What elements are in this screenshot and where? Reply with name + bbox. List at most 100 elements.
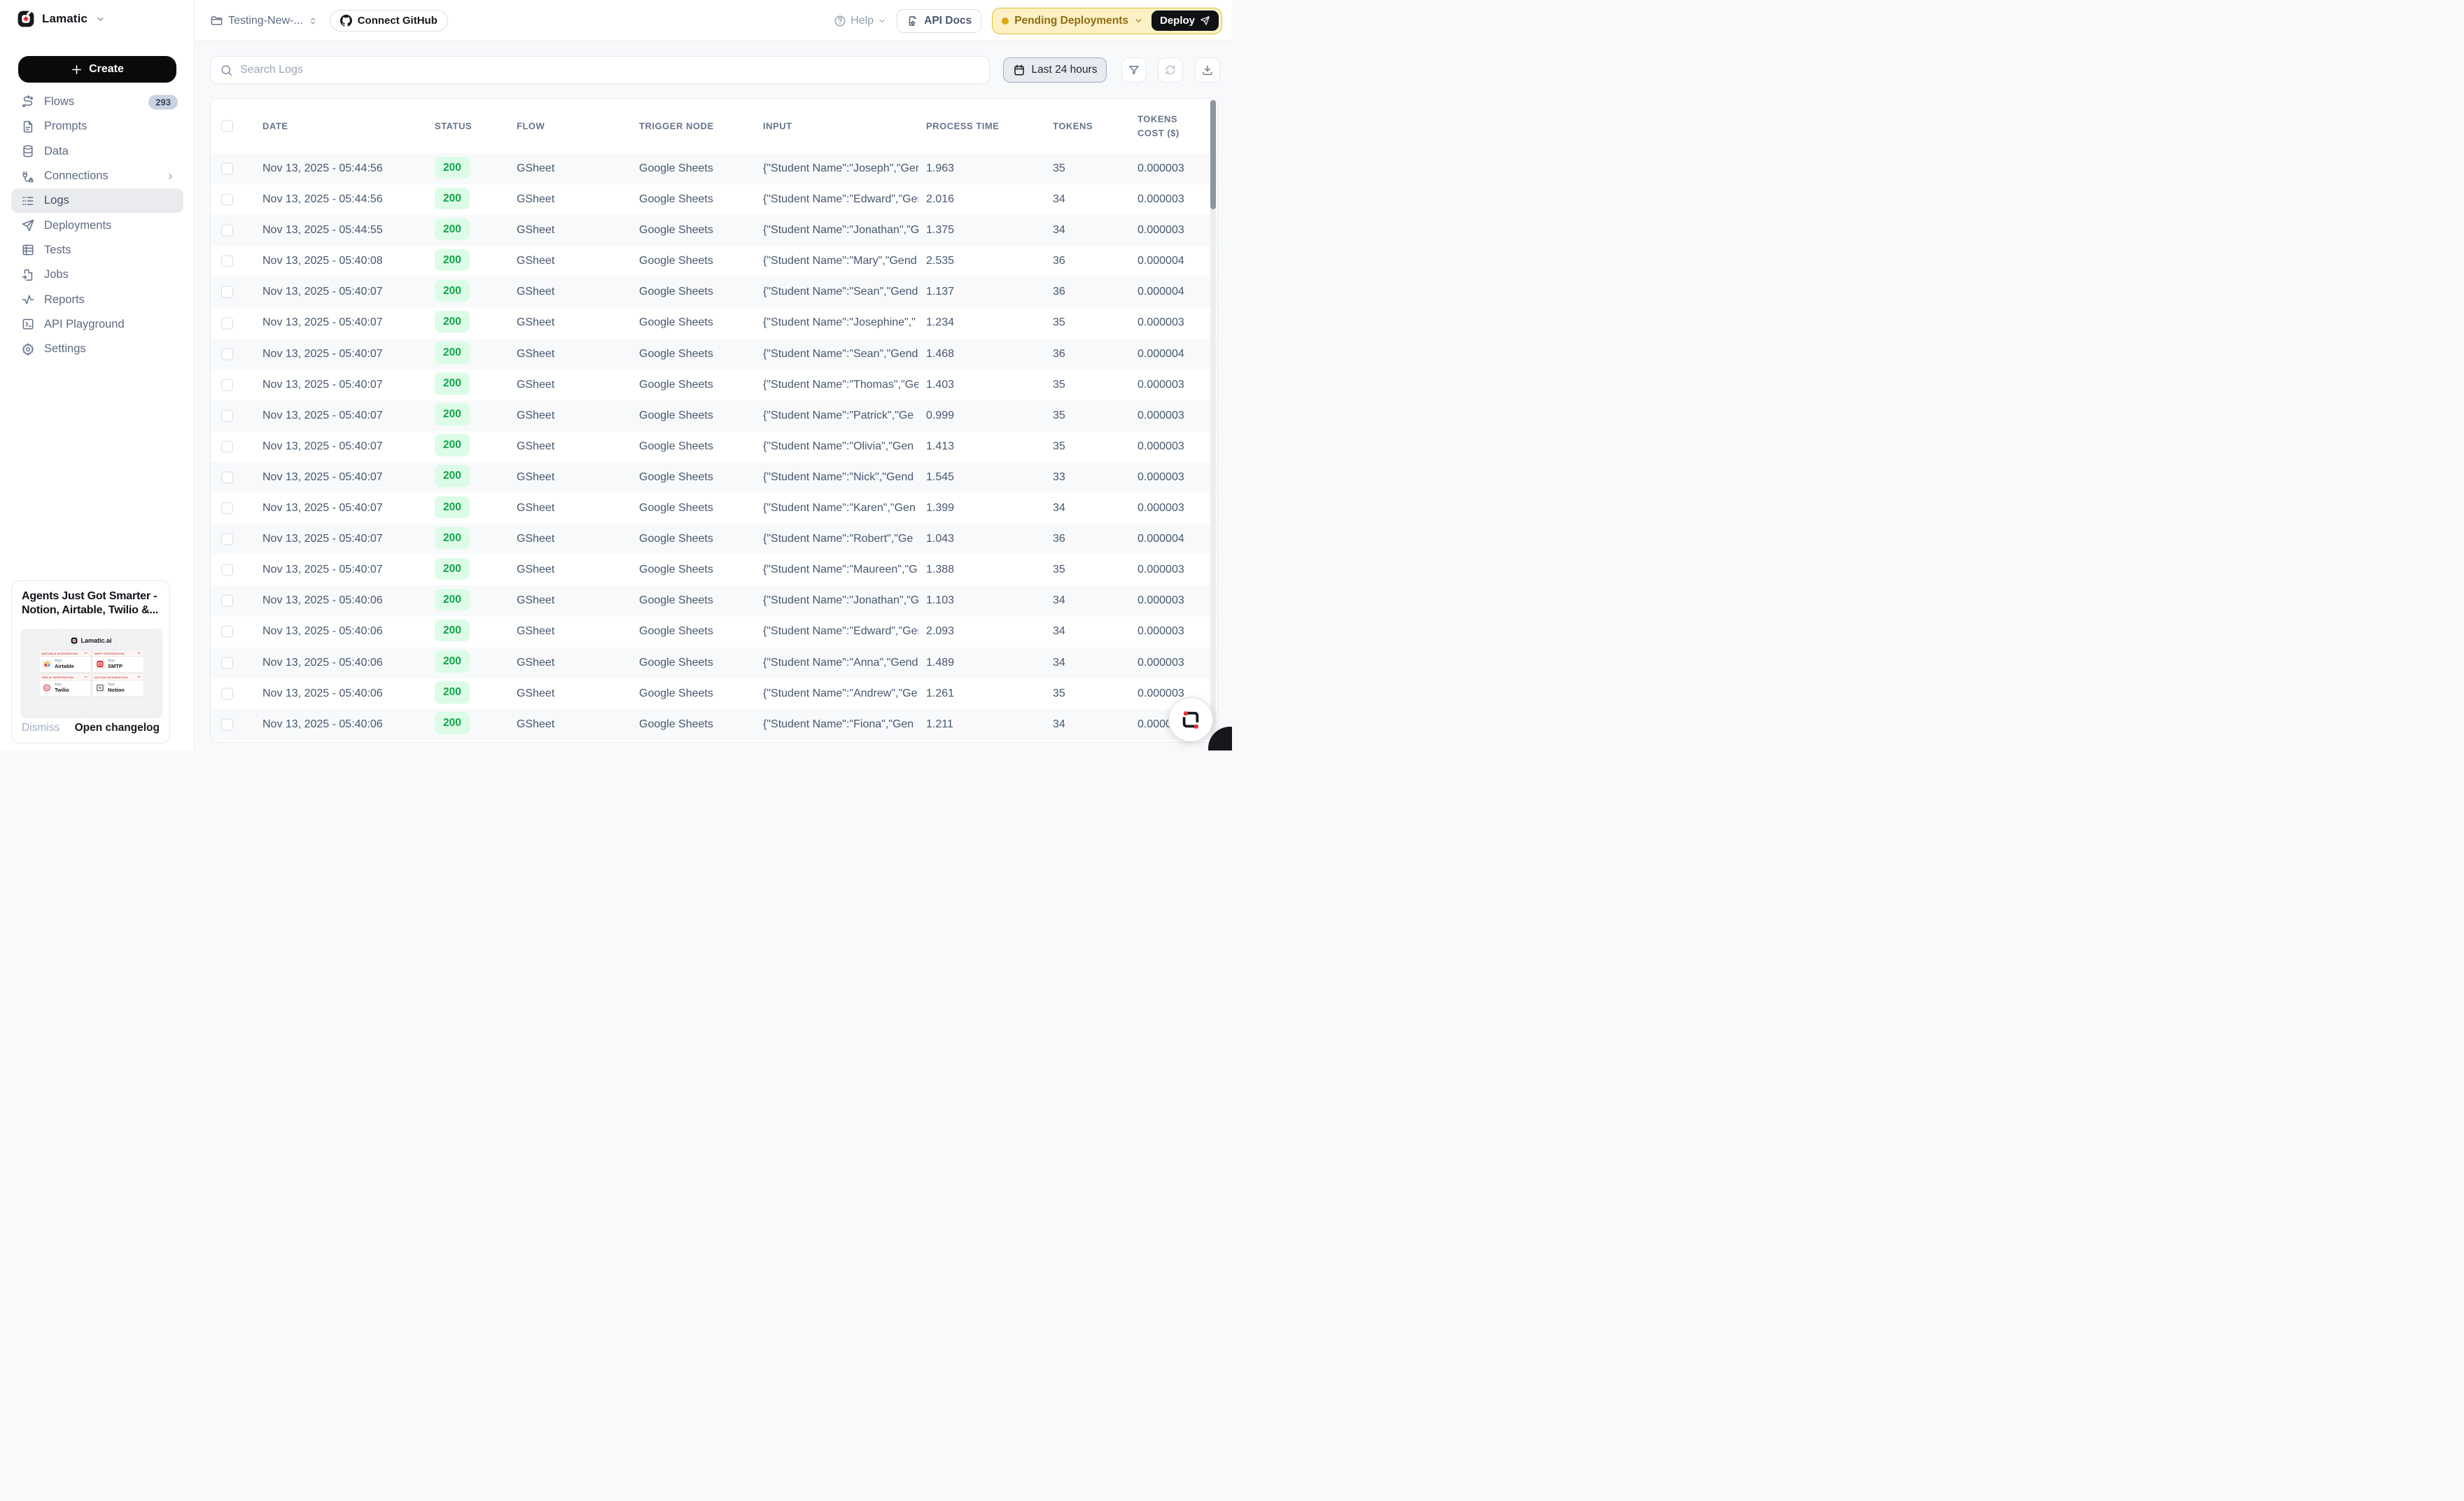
sidebar-item-reports[interactable]: Reports [11, 287, 183, 312]
table-row[interactable]: Nov 13, 2025 - 05:44:56 200 GSheet Googl… [211, 184, 1217, 215]
table-row[interactable]: Nov 13, 2025 - 05:40:06 200 GSheet Googl… [211, 616, 1217, 647]
create-button[interactable]: Create [18, 56, 176, 83]
chat-widget-button[interactable] [1169, 698, 1212, 741]
deploy-button[interactable]: Deploy [1152, 11, 1219, 31]
row-checkbox[interactable] [221, 471, 233, 483]
row-checkbox[interactable] [221, 533, 233, 545]
open-changelog-button[interactable]: Open changelog [75, 722, 160, 734]
row-checkbox[interactable] [221, 595, 233, 607]
table-row[interactable]: Nov 13, 2025 - 05:40:07 200 GSheet Googl… [211, 554, 1217, 585]
table-row[interactable]: Nov 13, 2025 - 05:40:06 200 GSheet Googl… [211, 585, 1217, 616]
cell-status: 200 [435, 246, 470, 277]
project-selector[interactable]: Testing-New-... [210, 14, 318, 27]
row-checkbox[interactable] [221, 194, 233, 206]
row-checkbox[interactable] [221, 410, 233, 421]
col-header-trigger[interactable]: TRIGGER NODE [639, 121, 714, 132]
cell-trigger: Google Sheets [639, 400, 713, 431]
help-menu[interactable]: Help [834, 15, 886, 27]
table-row[interactable]: Nov 13, 2025 - 05:40:07 200 GSheet Googl… [211, 339, 1217, 370]
sidebar-item-tests[interactable]: Tests [11, 238, 183, 263]
row-checkbox[interactable] [221, 687, 233, 699]
pending-status-dot [1002, 18, 1009, 25]
cell-trigger: Google Sheets [639, 709, 713, 740]
row-checkbox[interactable] [221, 348, 233, 360]
col-header-status[interactable]: STATUS [435, 121, 472, 132]
sidebar-item-connections[interactable]: Connections [11, 164, 183, 188]
col-header-process[interactable]: PROCESS TIME [926, 121, 999, 132]
col-header-cost[interactable]: TOKENS COST ($) [1138, 113, 1205, 140]
table-scrollbar-thumb[interactable] [1210, 100, 1216, 209]
row-checkbox[interactable] [221, 286, 233, 298]
cell-tokens: 36 [1053, 524, 1065, 554]
row-checkbox[interactable] [221, 225, 233, 237]
sidebar-item-logs[interactable]: Logs [11, 188, 183, 213]
table-row[interactable]: Nov 13, 2025 - 05:40:07 200 GSheet Googl… [211, 277, 1217, 307]
table-row[interactable]: Nov 13, 2025 - 05:44:56 200 GSheet Googl… [211, 153, 1217, 184]
status-badge: 200 [435, 465, 470, 487]
cell-flow: GSheet [517, 277, 554, 307]
col-header-date[interactable]: DATE [262, 121, 288, 132]
table-row[interactable]: Nov 13, 2025 - 05:44:55 200 GSheet Googl… [211, 215, 1217, 246]
data-icon [21, 144, 35, 158]
cell-tokens: 34 [1053, 184, 1065, 215]
row-checkbox[interactable] [221, 163, 233, 175]
table-row[interactable]: Nov 13, 2025 - 05:40:08 200 GSheet Googl… [211, 246, 1217, 277]
table-scrollbar-track[interactable] [1210, 100, 1216, 742]
col-header-flow[interactable]: FLOW [517, 121, 545, 132]
table-row[interactable]: Nov 13, 2025 - 05:40:06 200 GSheet Googl… [211, 678, 1217, 709]
api-docs-button[interactable]: API Docs [897, 9, 981, 33]
table-header: DATE STATUS FLOW TRIGGER NODE INPUT PROC… [211, 99, 1217, 153]
cell-date: Nov 13, 2025 - 05:40:07 [262, 462, 383, 493]
row-checkbox[interactable] [221, 657, 233, 669]
row-checkbox[interactable] [221, 718, 233, 730]
workspace-switcher[interactable]: Lamatic [17, 10, 105, 28]
cell-tokens: 35 [1053, 678, 1065, 709]
status-badge: 200 [435, 311, 470, 333]
row-checkbox[interactable] [221, 379, 233, 391]
sidebar-item-data[interactable]: Data [11, 139, 183, 164]
select-all-checkbox[interactable] [221, 120, 233, 132]
changelog-promo-card: Agents Just Got Smarter - Notion, Airtab… [11, 580, 170, 743]
sidebar-item-prompts[interactable]: Prompts [11, 114, 183, 139]
table-row[interactable]: Nov 13, 2025 - 05:40:07 200 GSheet Googl… [211, 431, 1217, 462]
status-badge: 200 [435, 620, 470, 642]
api-playground-icon [21, 317, 35, 331]
sidebar-item-jobs[interactable]: Jobs [11, 263, 183, 287]
table-row[interactable]: Nov 13, 2025 - 05:40:07 200 GSheet Googl… [211, 370, 1217, 400]
time-range-button[interactable]: Last 24 hours [1003, 57, 1107, 83]
table-row[interactable]: Nov 13, 2025 - 05:40:07 200 GSheet Googl… [211, 462, 1217, 493]
table-row[interactable]: Nov 13, 2025 - 05:40:07 200 GSheet Googl… [211, 400, 1217, 431]
row-checkbox[interactable] [221, 317, 233, 329]
table-row[interactable]: Nov 13, 2025 - 05:40:06 200 GSheet Googl… [211, 648, 1217, 678]
status-badge: 200 [435, 681, 470, 704]
dismiss-button[interactable]: Dismiss [22, 722, 59, 734]
table-row[interactable]: Nov 13, 2025 - 05:40:07 200 GSheet Googl… [211, 493, 1217, 524]
cell-cost: 0.000003 [1138, 307, 1184, 338]
row-checkbox[interactable] [221, 564, 233, 576]
folder-icon [210, 14, 223, 27]
col-header-tokens[interactable]: TOKENS [1053, 121, 1093, 132]
airtable-icon [42, 659, 52, 669]
row-checkbox[interactable] [221, 440, 233, 452]
pending-deployments-dropdown[interactable]: Pending Deployments [1014, 15, 1128, 27]
sidebar-item-api-playground[interactable]: API Playground [11, 312, 183, 337]
row-checkbox[interactable] [221, 626, 233, 638]
refresh-button[interactable] [1158, 57, 1183, 83]
cell-date: Nov 13, 2025 - 05:40:07 [262, 493, 383, 524]
table-row[interactable]: Nov 13, 2025 - 05:40:06 200 GSheet Googl… [211, 709, 1217, 740]
cell-process-time: 1.043 [926, 524, 954, 554]
sidebar-item-settings[interactable]: Settings [11, 337, 183, 361]
table-row[interactable]: Nov 13, 2025 - 05:40:07 200 GSheet Googl… [211, 307, 1217, 338]
search-input[interactable] [240, 57, 975, 83]
col-header-input[interactable]: INPUT [763, 121, 918, 132]
filter-button[interactable] [1121, 57, 1147, 83]
sidebar-item-flows[interactable]: Flows 293 [11, 90, 183, 114]
row-checkbox[interactable] [221, 503, 233, 515]
connect-github-button[interactable]: Connect GitHub [330, 10, 448, 32]
sidebar-item-deployments[interactable]: Deployments [11, 213, 183, 237]
download-button[interactable] [1195, 57, 1220, 83]
cell-status: 200 [435, 709, 470, 740]
cell-input: {"Student Name":"Nick","Gend [763, 462, 918, 493]
row-checkbox[interactable] [221, 256, 233, 267]
table-row[interactable]: Nov 13, 2025 - 05:40:07 200 GSheet Googl… [211, 524, 1217, 554]
